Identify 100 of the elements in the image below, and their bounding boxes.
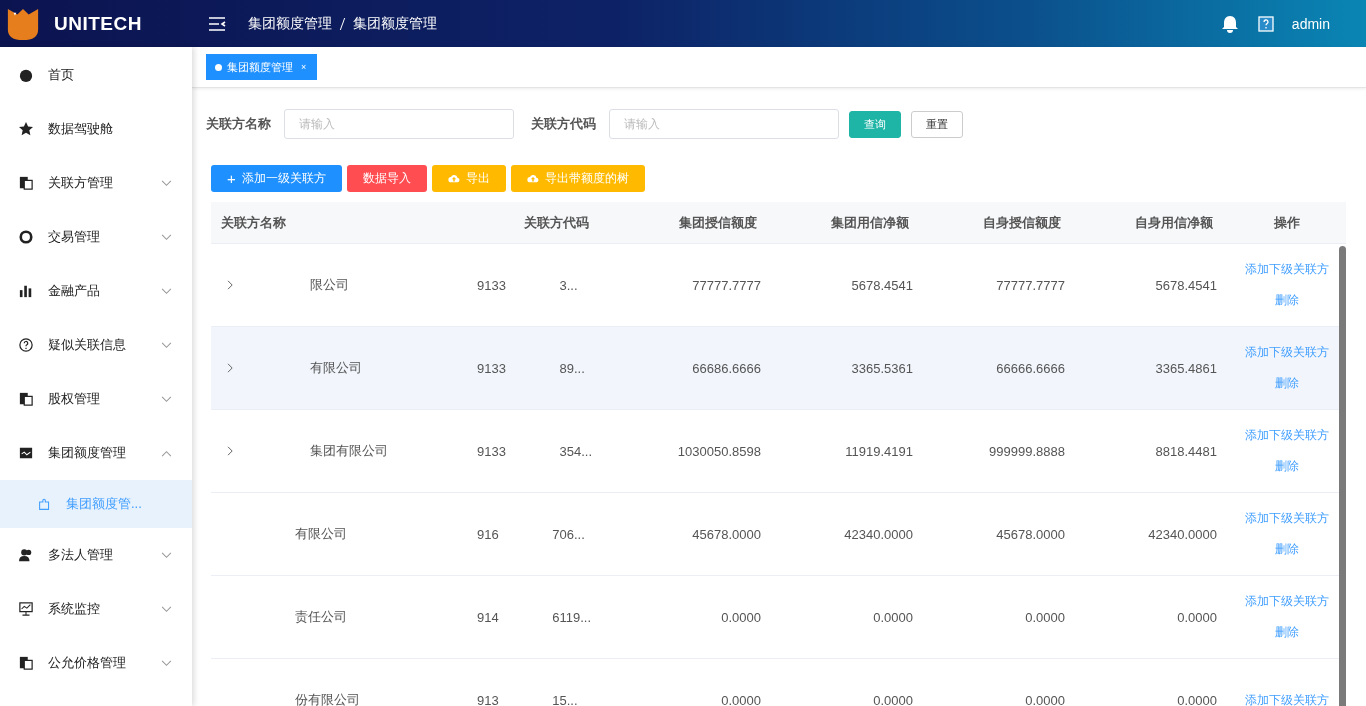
delete-link[interactable]: 删除 — [1274, 541, 1299, 558]
table-cell: 5678.4541 — [851, 277, 913, 293]
table-cell: 0.0000 — [721, 692, 761, 706]
column-header: 自身用信净额 — [1134, 213, 1214, 232]
expand-icon[interactable] — [227, 446, 234, 456]
table-cell: 916 706... — [477, 526, 585, 542]
table-cell: 份有限公司 — [295, 691, 360, 706]
table-cell: 42340.0000 — [1148, 526, 1217, 542]
reset-button[interactable]: 重置 — [911, 110, 963, 138]
sidebar-item[interactable]: 多法人管理 — [0, 528, 192, 582]
cloud-upload-icon — [447, 174, 460, 183]
delete-link[interactable]: 删除 — [1274, 458, 1299, 475]
table-cell: 有限公司 — [310, 359, 362, 377]
close-icon[interactable]: × — [301, 62, 307, 72]
add-child-link[interactable]: 添加下级关联方 — [1244, 691, 1329, 706]
bar-chart-icon — [19, 284, 33, 298]
toolbar-button[interactable]: 导出 — [431, 165, 506, 192]
table-cell: 3365.5361 — [851, 360, 913, 376]
table-cell: 责任公司 — [295, 608, 347, 626]
logo-icon — [6, 6, 40, 41]
lifebuoy-icon — [19, 230, 33, 244]
table-cell: 集团有限公司 — [310, 442, 388, 460]
table-cell: 1030050.8598 — [677, 443, 761, 459]
copy-icon — [19, 392, 33, 406]
table-cell: 限公司 — [310, 276, 349, 294]
user-name[interactable]: admin — [1291, 15, 1330, 32]
table-cell: 5678.4541 — [1155, 277, 1217, 293]
add-child-link[interactable]: 添加下级关联方 — [1244, 344, 1329, 361]
table-cell: 0.0000 — [1025, 692, 1065, 706]
breadcrumb-item[interactable]: 集团额度管理 — [353, 14, 437, 33]
input-field[interactable]: 请输入 — [609, 109, 839, 139]
sidebar-item[interactable]: 公允价格管理 — [0, 636, 192, 690]
table-cell: 66686.6666 — [692, 360, 761, 376]
add-child-link[interactable]: 添加下级关联方 — [1244, 261, 1329, 278]
sidebar-item[interactable]: 股权管理 — [0, 372, 192, 426]
toolbar-button[interactable]: 导出带额度的树 — [510, 165, 645, 192]
table-cell: 9133 354... — [477, 443, 593, 459]
page-tab[interactable]: 集团额度管理 × — [206, 54, 318, 80]
delete-link[interactable]: 删除 — [1274, 292, 1299, 309]
table-cell: 913 15... — [477, 692, 578, 706]
column-header: 集团用信净额 — [830, 213, 910, 232]
table-cell: 0.0000 — [873, 609, 913, 625]
input-field[interactable]: 请输入 — [284, 109, 514, 139]
table-cell: 9133 3... — [477, 277, 578, 293]
sidebar-item[interactable]: 关联方管理 — [0, 156, 192, 210]
sidebar-item[interactable]: 金融产品 — [0, 264, 192, 318]
column-header: 关联方代码 — [522, 213, 590, 232]
menu-icon[interactable] — [208, 16, 226, 31]
table-cell: 914 6119... — [477, 609, 592, 625]
delete-link[interactable]: 删除 — [1274, 375, 1299, 392]
table-cell: 0.0000 — [1025, 609, 1065, 625]
filter-label: 关联方代码 — [531, 115, 596, 133]
add-child-link[interactable]: 添加下级关联方 — [1244, 593, 1329, 610]
sidebar-item[interactable]: 数据驾驶舱 — [0, 102, 192, 156]
sidebar-item[interactable]: 系统监控 — [0, 582, 192, 636]
dot-icon — [215, 63, 222, 71]
picture-frame-icon — [19, 446, 33, 460]
help-icon[interactable] — [1257, 15, 1274, 32]
table-cell: 66666.6666 — [996, 360, 1065, 376]
sidebar-subitem[interactable]: 集团额度管... — [0, 480, 192, 528]
table-cell: 0.0000 — [1177, 609, 1217, 625]
add-child-link[interactable]: 添加下级关联方 — [1244, 427, 1329, 444]
toolbar-button[interactable]: + 添加一级关联方 — [211, 165, 342, 192]
filter-label: 关联方名称 — [206, 115, 271, 133]
cloud-upload-icon — [526, 174, 539, 183]
sidebar-item[interactable]: 疑似关联信息 — [0, 318, 192, 372]
delete-link[interactable]: 删除 — [1274, 624, 1299, 641]
table-cell: 0.0000 — [721, 609, 761, 625]
column-header: 操作 — [1272, 213, 1301, 232]
column-header: 自身授信额度 — [982, 213, 1062, 232]
add-child-link[interactable]: 添加下级关联方 — [1244, 510, 1329, 527]
table-cell: 有限公司 — [295, 525, 347, 543]
logo-text: UNITECH — [54, 12, 142, 35]
copy-icon — [19, 656, 33, 670]
table-cell: 11919.4191 — [845, 443, 913, 459]
table-cell: 8818.4481 — [1155, 443, 1217, 459]
sidebar-item[interactable]: 交易管理 — [0, 210, 192, 264]
help-icon — [19, 338, 33, 352]
star-icon — [19, 122, 33, 136]
scrollbar[interactable] — [1339, 246, 1346, 706]
table-cell: 42340.0000 — [844, 526, 913, 542]
expand-icon[interactable] — [227, 280, 234, 290]
sidebar-item[interactable]: 首页 — [0, 48, 192, 102]
toolbar-button[interactable]: 数据导入 — [346, 165, 427, 192]
monitor-icon — [19, 602, 33, 616]
table-cell: 45678.0000 — [996, 526, 1065, 542]
table-cell: 77777.7777 — [996, 277, 1065, 293]
sidebar-item[interactable]: 集团额度管理 — [0, 426, 192, 480]
expand-icon[interactable] — [227, 363, 234, 373]
users-icon — [19, 548, 33, 562]
table-cell: 0.0000 — [873, 692, 913, 706]
table-cell: 999999.8888 — [989, 443, 1065, 459]
table-cell: 77777.7777 — [692, 277, 761, 293]
search-button[interactable]: 查询 — [849, 110, 901, 138]
table-cell: 3365.4861 — [1155, 360, 1217, 376]
breadcrumb-item[interactable]: 集团额度管理 — [248, 14, 332, 33]
table-cell: 9133 89... — [477, 360, 585, 376]
column-header: 关联方名称 — [220, 213, 287, 232]
table-cell: 0.0000 — [1177, 692, 1217, 706]
table-cell: 45678.0000 — [692, 526, 761, 542]
